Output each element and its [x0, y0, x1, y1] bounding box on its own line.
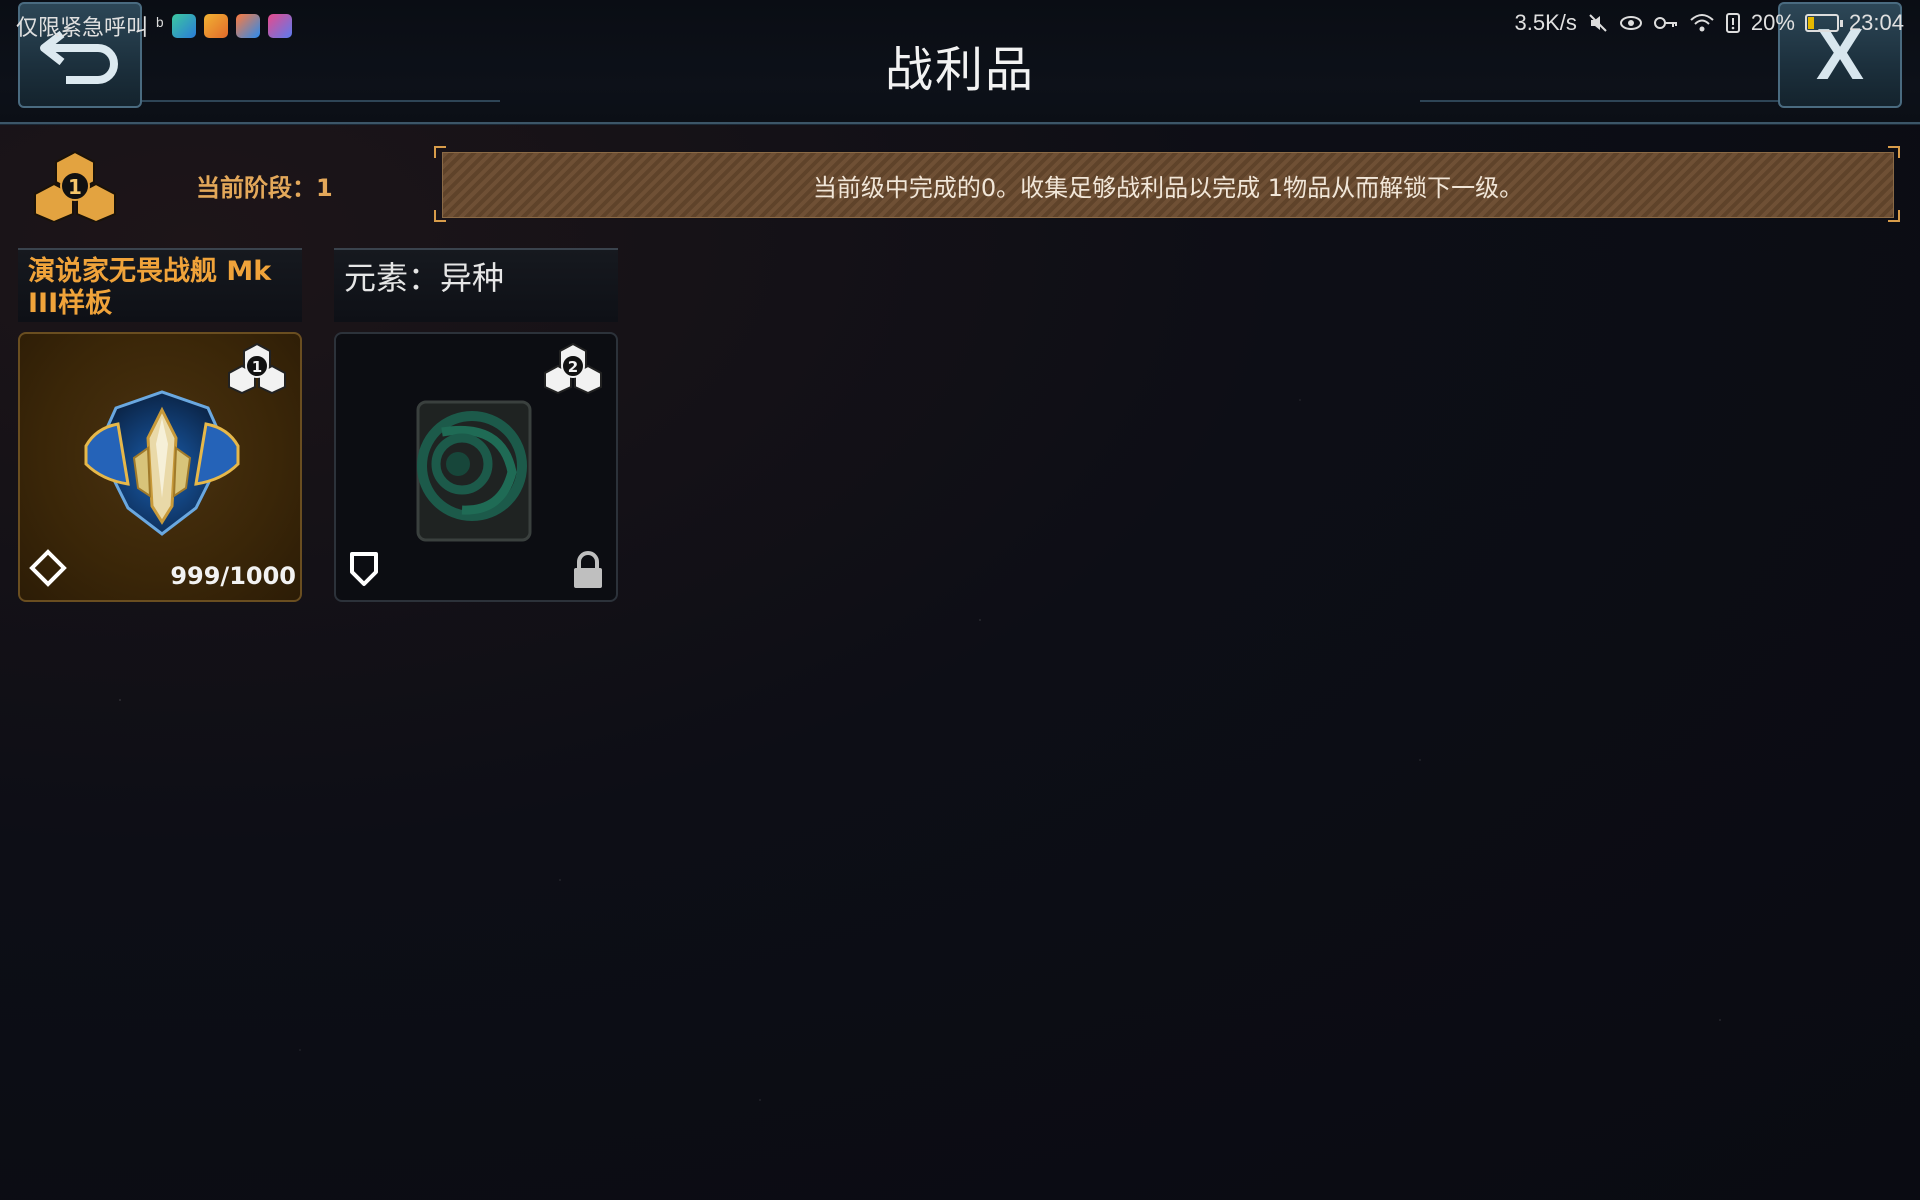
clock-time: 23:04 — [1848, 10, 1904, 35]
progress-info-text: 当前级中完成的0。收集足够战利品以完成 1物品从而解锁下一级。 — [812, 173, 1524, 202]
battery-icon — [1804, 14, 1843, 32]
reward-card-ship-blueprint[interactable]: 1 999/1000 — [18, 332, 302, 602]
wifi-icon — [1690, 14, 1714, 32]
header-divider-left — [140, 100, 500, 102]
header-divider-right — [1420, 100, 1780, 102]
alert-icon — [1725, 13, 1740, 33]
reward-title-panel: 演说家无畏战舰 Mk III样板 — [18, 248, 302, 322]
app-icon-orange — [203, 14, 228, 38]
progress-info-banner: 当前级中完成的0。收集足够战利品以完成 1物品从而解锁下一级。 — [434, 146, 1900, 222]
stage-tier-number: 1 — [68, 175, 82, 199]
tier-badge-icon: 2 — [544, 342, 602, 394]
battery-level-fill — [1807, 17, 1814, 29]
reward-count: 999/1000 — [170, 562, 296, 590]
diamond-rarity-icon — [29, 549, 67, 587]
battery-percent: 20% — [1750, 10, 1795, 35]
app-icon-play — [267, 14, 292, 38]
current-stage-label: 当前阶段：1 — [196, 174, 333, 202]
tier-badge-icon: 1 — [228, 342, 286, 394]
app-icon-green — [171, 14, 196, 38]
weibo-icon: ᵇ — [156, 14, 164, 37]
reward-title: 演说家无畏战舰 Mk III样板 — [28, 256, 272, 319]
dreadnought-ship-icon — [84, 390, 240, 536]
carrier-text: 仅限紧急呼叫 — [16, 15, 149, 40]
tier-cubes-icon: 1 — [34, 150, 116, 222]
shield-rarity-icon — [350, 552, 378, 586]
xeno-element-icon — [416, 400, 532, 542]
tier-badge-number: 2 — [568, 358, 578, 376]
system-status-bar: 仅限紧急呼叫 ᵇ 3.5K/s 20% 23:04 — [0, 0, 1920, 48]
app-icon-video — [235, 14, 260, 38]
mute-icon — [1589, 14, 1607, 32]
reward-title-panel: 元素：异种 — [334, 248, 618, 322]
reward-card-xeno-element[interactable]: 2 — [334, 332, 618, 602]
network-speed: 3.5K/s — [1514, 10, 1577, 35]
lock-icon — [574, 551, 602, 588]
reward-title: 元素：异种 — [344, 259, 505, 297]
tier-badge-number: 1 — [252, 358, 262, 376]
key-icon — [1653, 17, 1677, 29]
eye-icon — [1619, 16, 1642, 30]
